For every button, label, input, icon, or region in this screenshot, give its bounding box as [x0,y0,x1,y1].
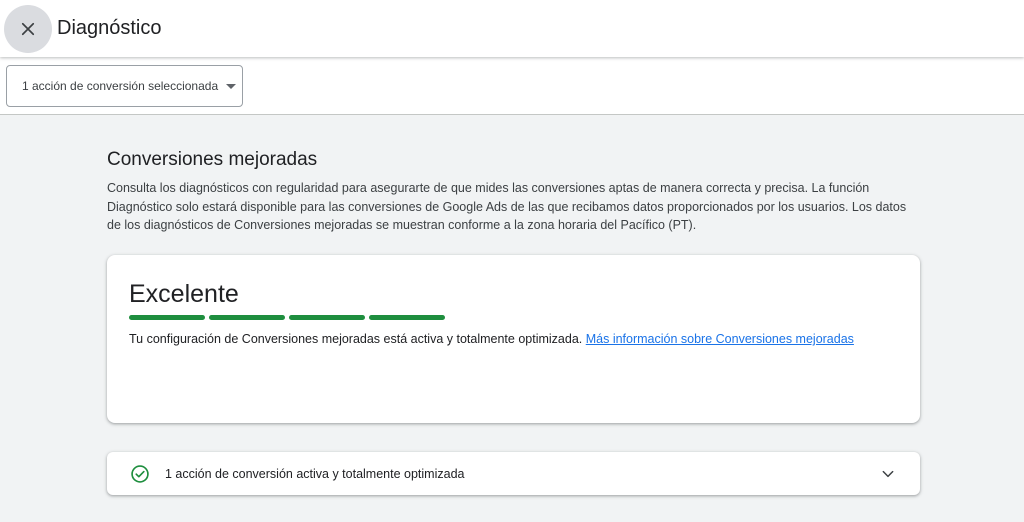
status-card: Excelente Tu configuración de Conversion… [107,255,920,423]
status-text: Tu configuración de Conversiones mejorad… [129,331,889,348]
conversion-action-dropdown[interactable]: 1 acción de conversión seleccionada [6,65,243,107]
conversion-actions-label: 1 acción de conversión activa y totalmen… [165,467,465,481]
status-level-bars [129,315,445,320]
status-bar-3 [289,315,365,320]
chevron-down-icon[interactable] [880,466,896,482]
status-message: Tu configuración de Conversiones mejorad… [129,332,586,346]
filter-bar: 1 acción de conversión seleccionada [0,57,1024,115]
close-button[interactable] [4,5,52,53]
dropdown-arrow-icon [226,83,237,89]
section-description: Consulta los diagnósticos con regularida… [107,181,907,232]
status-bar-1 [129,315,205,320]
status-bar-4 [369,315,445,320]
page-title: Diagnóstico [57,17,162,39]
status-bar-2 [209,315,285,320]
status-title: Excelente [129,280,239,308]
learn-more-link[interactable]: Más información sobre Conversiones mejor… [586,332,854,346]
conversion-action-dropdown-label: 1 acción de conversión seleccionada [22,79,219,93]
close-icon [21,22,35,36]
conversion-actions-panel[interactable]: 1 acción de conversión activa y totalmen… [107,452,920,495]
check-circle-icon [131,465,149,483]
section-title: Conversiones mejoradas [107,149,318,170]
header: Diagnóstico [0,0,1024,57]
